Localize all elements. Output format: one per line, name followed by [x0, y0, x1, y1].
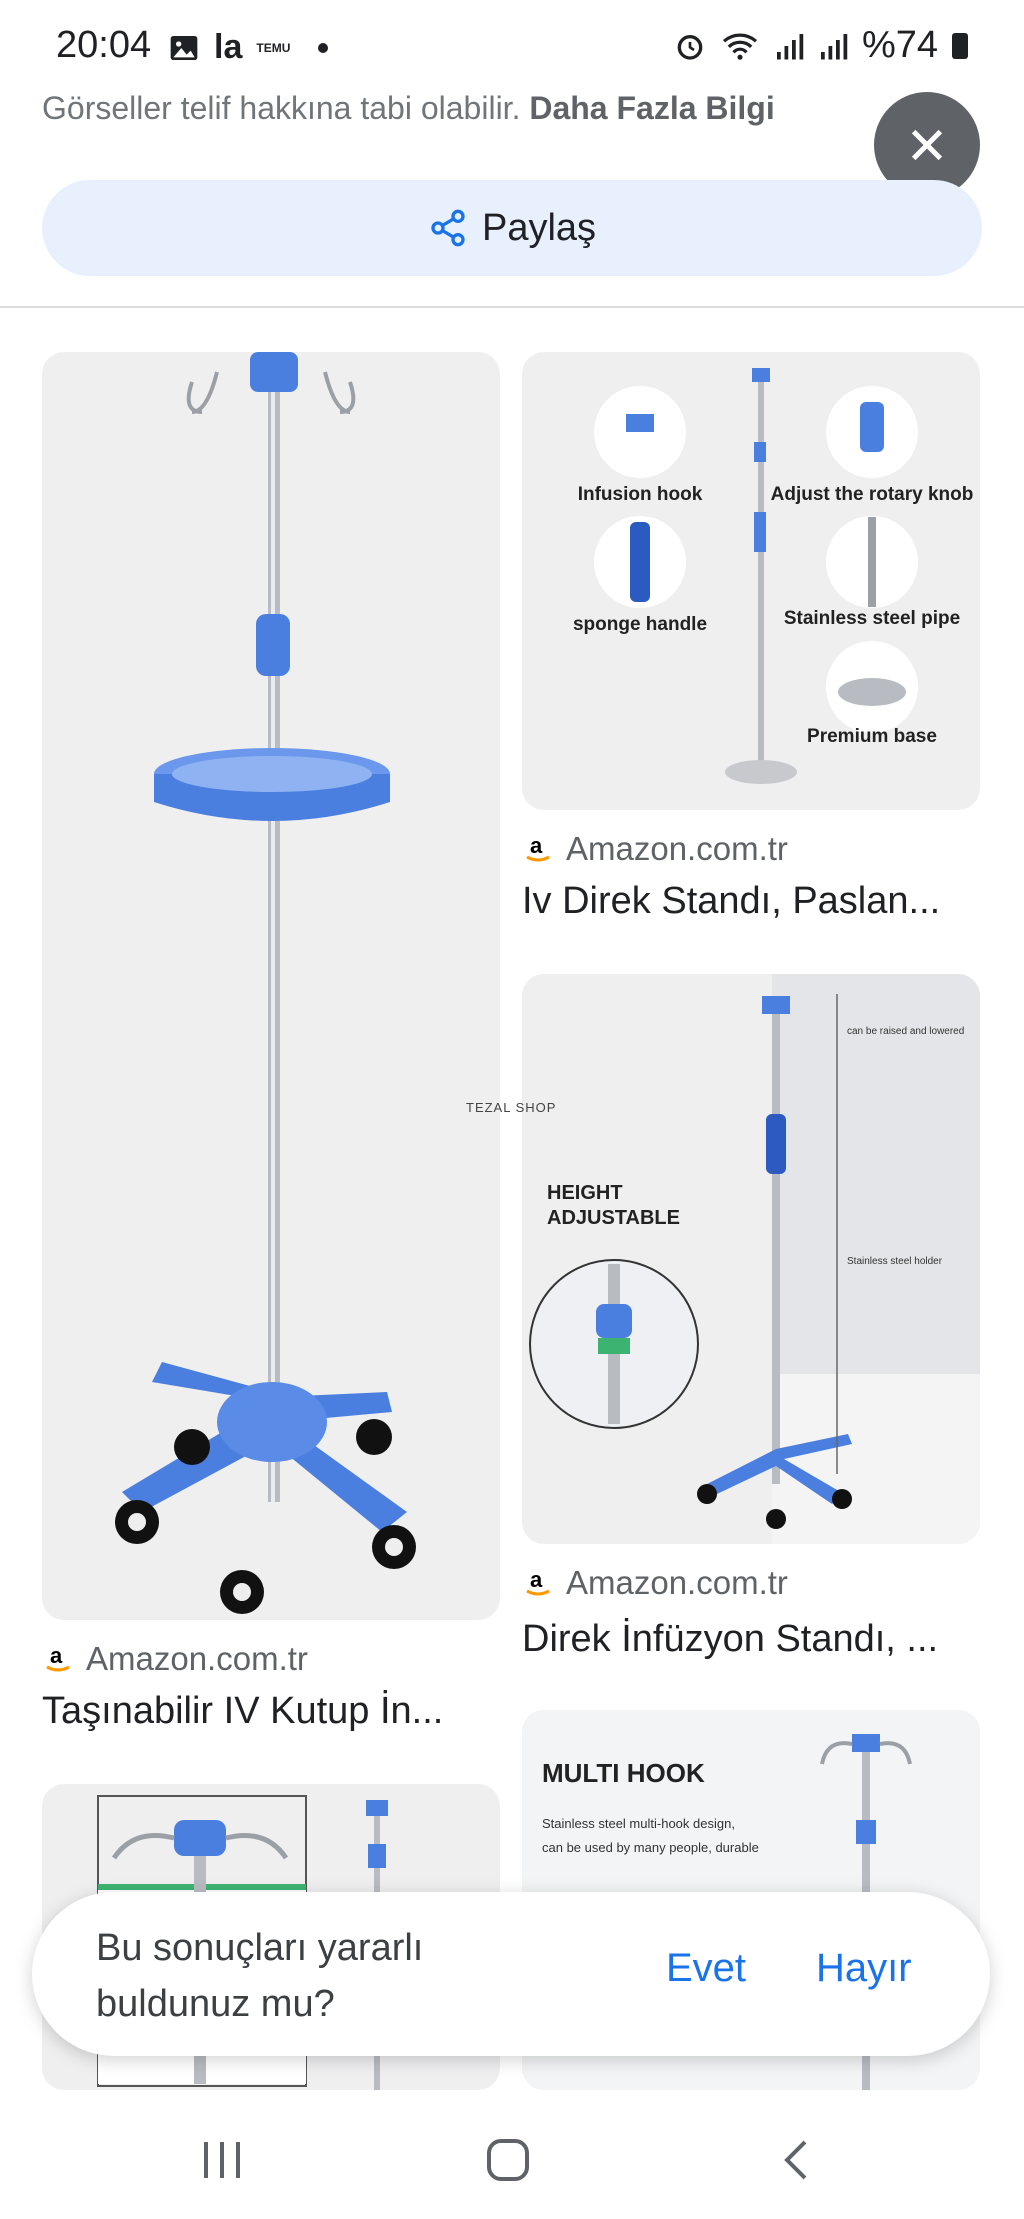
copyright-notice: Görseller telif hakkına tabi olabilir. D… — [42, 90, 775, 127]
source-name: Amazon.com.tr — [566, 1564, 788, 1601]
navigation-bar — [0, 2090, 1024, 2219]
la-app-icon: la — [214, 28, 243, 66]
image-icon — [170, 35, 198, 60]
feature-label: Infusion hook — [578, 484, 703, 505]
watermark: TEZAL SHOP — [466, 1100, 557, 1115]
source-name: Amazon.com.tr — [566, 830, 788, 867]
back-button[interactable] — [766, 2130, 826, 2190]
source-name: Amazon.com.tr — [86, 1640, 308, 1677]
result-title-3[interactable]: Direk İnfüzyon Standı, ... — [522, 1618, 980, 1661]
battery-percent: %74 — [861, 24, 938, 66]
svg-text:a: a — [50, 1643, 63, 1668]
notification-dot — [318, 42, 329, 53]
result-image-2[interactable]: Infusion hook Adjust the rotary knob spo… — [522, 352, 980, 810]
result-source-1[interactable]: a Amazon.com.tr — [42, 1640, 308, 1678]
image-label: Stainless steel holder — [847, 1256, 943, 1267]
result-title-1[interactable]: Taşınabilir IV Kutup İn... — [42, 1690, 492, 1733]
iv-pole-image — [115, 352, 416, 1614]
clock: 20:04 — [56, 24, 152, 66]
temu-icon: TEMU — [256, 40, 291, 55]
image-label: MULTI HOOK — [542, 1758, 705, 1788]
signal-icon — [820, 33, 848, 59]
feature-label: Adjust the rotary knob — [771, 484, 974, 505]
alarm-icon — [677, 34, 703, 60]
status-left-icons: la TEMU — [168, 28, 329, 67]
image-label: Stainless steel multi-hook design, — [542, 1816, 735, 1831]
image-label: can be raised and lowered — [847, 1026, 964, 1037]
result-source-2[interactable]: a Amazon.com.tr — [522, 830, 788, 868]
feature-label: Premium base — [807, 726, 937, 747]
recent-apps-button[interactable] — [192, 2130, 252, 2190]
result-image-1[interactable] — [42, 352, 500, 1620]
amazon-icon: a — [42, 1643, 74, 1675]
iv-pole-features-image: Infusion hook Adjust the rotary knob spo… — [573, 368, 974, 784]
result-image-3[interactable]: HEIGHT ADJUSTABLE can be raised and lowe… — [522, 974, 980, 1544]
more-info-link[interactable]: Daha Fazla Bilgi — [529, 90, 774, 126]
amazon-icon: a — [522, 833, 554, 865]
result-title-2[interactable]: Iv Direk Standı, Paslan... — [522, 880, 980, 923]
feedback-question: Bu sonuçları yararlı buldunuz mu? — [96, 1927, 424, 2025]
status-bar: 20:04 la TEMU %74 — [0, 0, 1024, 100]
share-button[interactable]: Paylaş — [42, 180, 982, 276]
battery-icon — [952, 32, 968, 59]
image-label: ADJUSTABLE — [547, 1207, 680, 1229]
amazon-icon: a — [522, 1567, 554, 1599]
recent-apps-icon — [204, 2142, 240, 2178]
home-button[interactable] — [478, 2130, 538, 2190]
no-button[interactable]: Hayır — [816, 1946, 912, 1991]
signal-icon — [776, 33, 804, 59]
wifi-icon — [722, 33, 758, 60]
image-label: HEIGHT — [547, 1182, 623, 1204]
height-adjustable-pole-image: HEIGHT ADJUSTABLE can be raised and lowe… — [529, 974, 980, 1544]
result-source-3[interactable]: a Amazon.com.tr — [522, 1564, 788, 1602]
status-right-icons: %74 — [674, 24, 968, 67]
back-icon — [784, 2140, 807, 2180]
feature-label: Stainless steel pipe — [784, 608, 960, 629]
svg-text:a: a — [530, 1567, 543, 1592]
share-label: Paylaş — [481, 206, 597, 249]
yes-button[interactable]: Evet — [666, 1946, 746, 1991]
home-icon — [487, 2139, 529, 2181]
divider — [0, 306, 1024, 308]
feedback-popup: Bu sonuçları yararlı buldunuz mu? Evet H… — [32, 1892, 990, 2056]
svg-text:a: a — [530, 833, 543, 858]
feature-label: sponge handle — [573, 614, 707, 635]
image-label: can be used by many people, durable — [542, 1840, 759, 1855]
share-icon — [431, 209, 465, 247]
notice-text: Görseller telif hakkına tabi olabilir. — [42, 90, 521, 126]
close-icon — [911, 129, 943, 161]
